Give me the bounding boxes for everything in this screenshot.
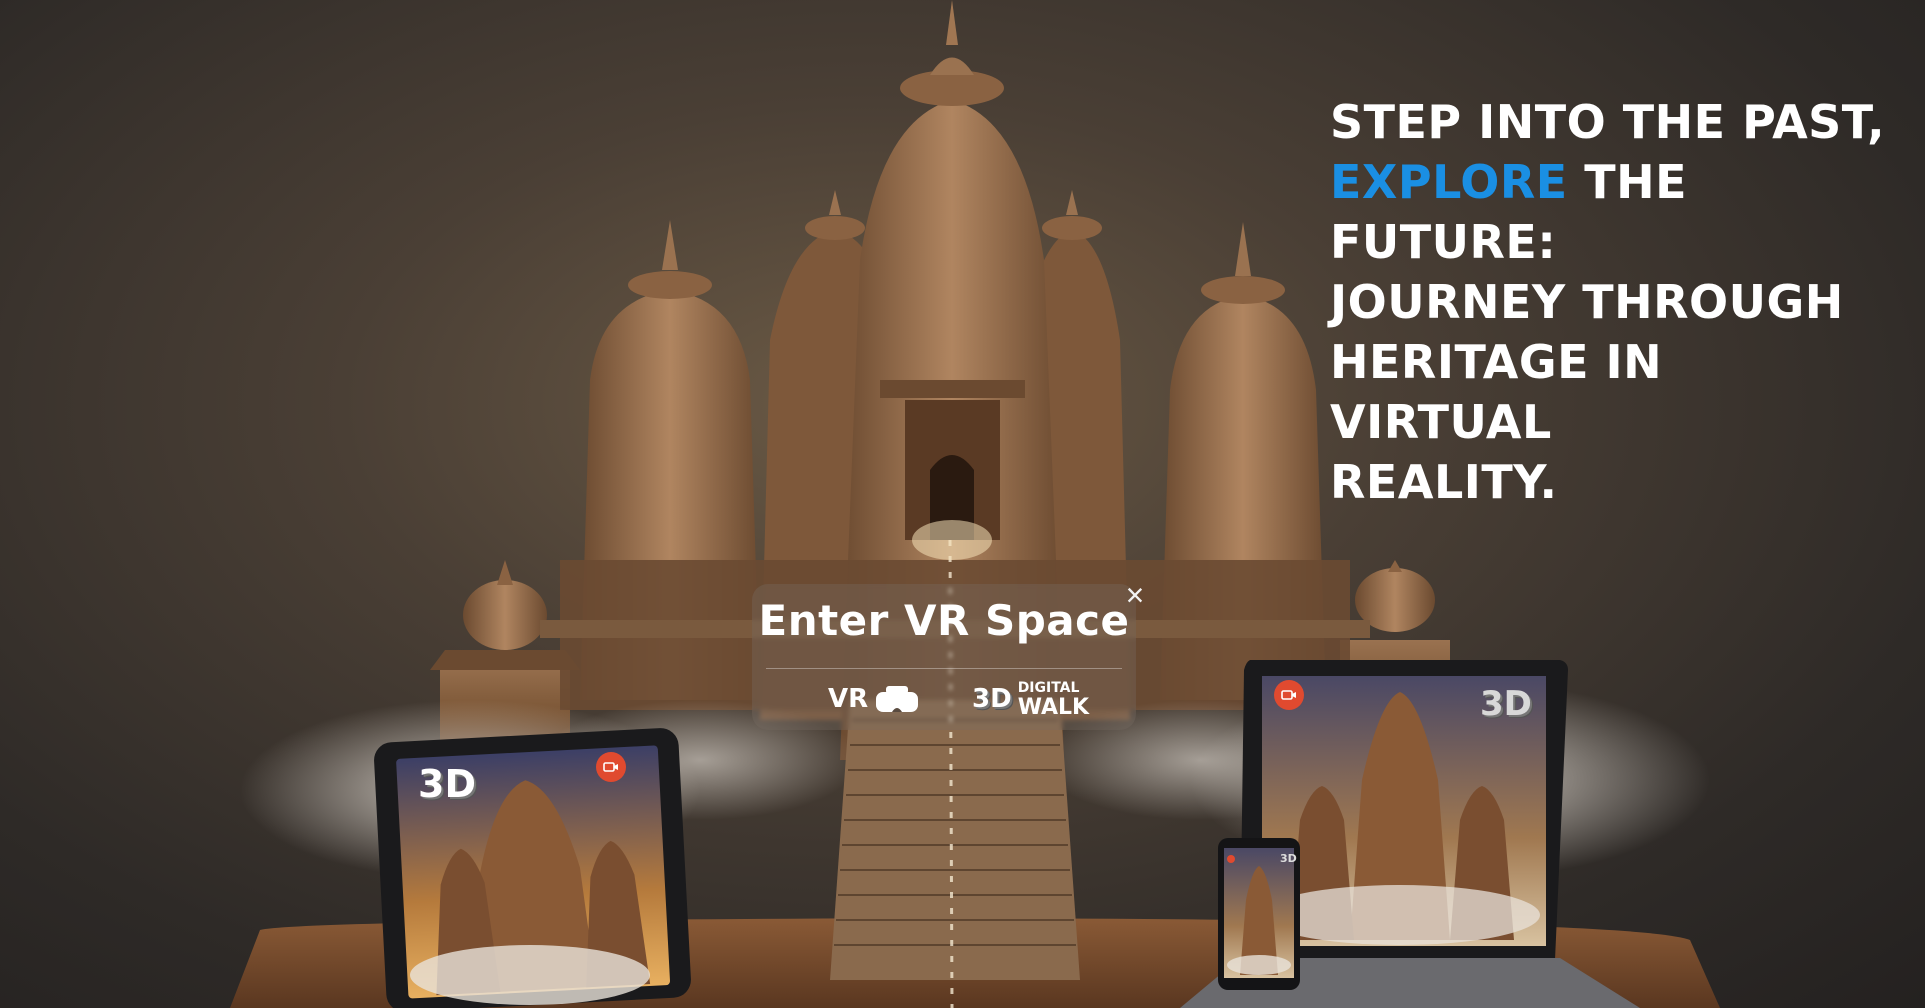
headline-line-1: STEP INTO THE PAST, xyxy=(1330,95,1886,149)
3d-cube-icon: 3D xyxy=(972,684,1012,714)
vr-label: VR xyxy=(828,684,869,714)
headline-line-3: JOURNEY THROUGH xyxy=(1330,275,1844,329)
headline-accent: EXPLORE xyxy=(1330,155,1568,209)
close-icon[interactable]: × xyxy=(1118,578,1152,612)
vr-headset-icon xyxy=(876,686,919,712)
laptop-video-record-icon[interactable] xyxy=(1274,680,1304,710)
digital-walk-bottom: WALK xyxy=(1017,695,1090,720)
vr-panel-title: Enter VR Space xyxy=(758,596,1130,645)
vr-mode-button[interactable]: VR xyxy=(828,676,920,722)
tablet-3d-badge: 3D xyxy=(418,762,476,806)
vr-panel-divider xyxy=(766,668,1122,669)
enter-vr-panel: Enter VR Space VR 3D DIGITAL WALK xyxy=(752,584,1136,730)
headline-line-2: EXPLORE THE FUTURE: xyxy=(1330,152,1890,272)
hero-headline: STEP INTO THE PAST, EXPLORE THE FUTURE: … xyxy=(1330,92,1890,512)
laptop-3d-badge: 3D xyxy=(1480,684,1532,724)
phone-3d-badge: 3D xyxy=(1280,852,1297,865)
phone-record-dot xyxy=(1227,855,1235,863)
digital-walk-button[interactable]: 3D DIGITAL WALK xyxy=(972,676,1089,722)
tablet-video-record-icon[interactable] xyxy=(596,752,626,782)
headline-line-4: HERITAGE IN VIRTUAL xyxy=(1330,335,1663,449)
digital-walk-label: DIGITAL WALK xyxy=(1018,679,1089,719)
headline-line-5: REALITY. xyxy=(1330,455,1558,509)
